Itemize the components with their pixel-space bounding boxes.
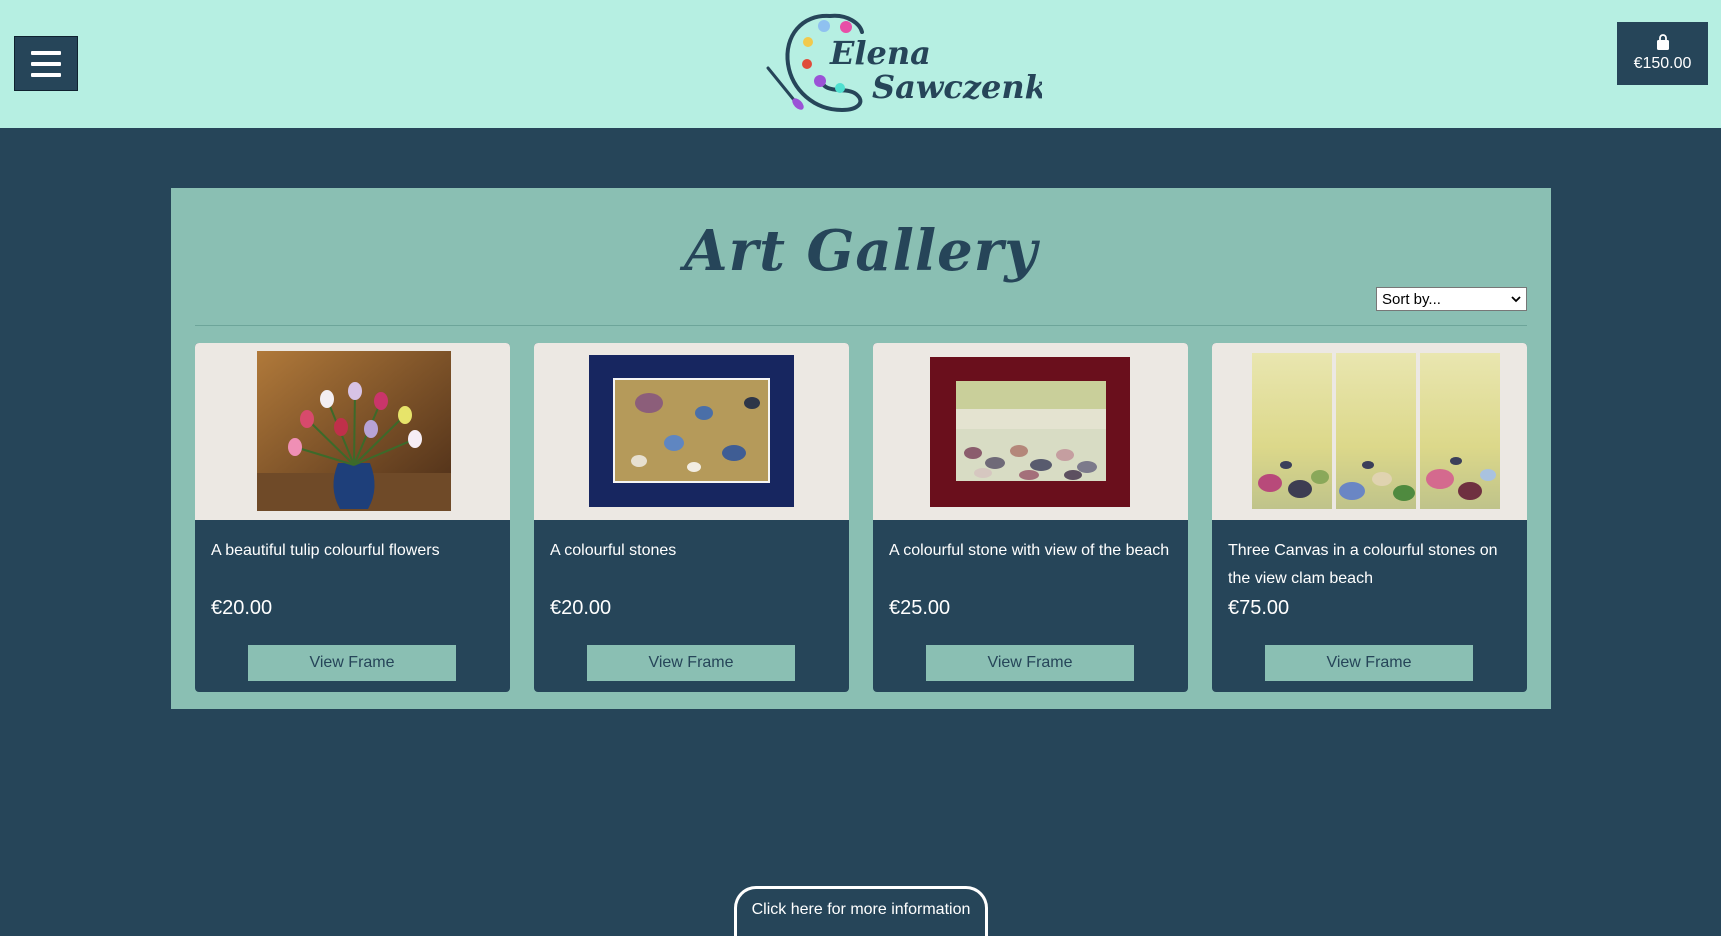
product-title: Three Canvas in a colourful stones on th…: [1228, 542, 1498, 587]
product-title: A colourful stones: [550, 542, 677, 559]
more-info-button[interactable]: Click here for more information: [734, 886, 988, 936]
art-gallery-panel: Art Gallery Sort by... A beautiful tulip…: [171, 188, 1551, 709]
product-image-stones[interactable]: [534, 343, 849, 520]
product-card: Three Canvas in a colourful stones on th…: [1212, 343, 1527, 692]
product-image-triptych[interactable]: [1212, 343, 1527, 520]
product-price: €25.00: [889, 597, 951, 619]
product-title: A beautiful tulip colourful flowers: [211, 542, 440, 559]
menu-button[interactable]: [14, 36, 78, 91]
cart-total: €150.00: [1633, 55, 1692, 72]
product-card: A beautiful tulip colourful flowers €20.…: [195, 343, 510, 692]
logo-line2: Sawczenko: [872, 68, 1042, 106]
view-frame-button[interactable]: View Frame: [587, 645, 795, 681]
product-image-tulips[interactable]: [195, 343, 510, 520]
hamburger-icon: [31, 50, 61, 55]
product-image-beach[interactable]: [873, 343, 1188, 520]
logo-line1: Elena: [829, 34, 931, 72]
product-price: €20.00: [211, 597, 273, 619]
chevron-down-icon: [1511, 295, 1521, 302]
divider: [195, 325, 1527, 326]
site-header: Elena Sawczenko €150.00: [0, 0, 1721, 128]
product-title: A colourful stone with view of the beach: [889, 542, 1170, 559]
shopping-bag-icon: [1656, 34, 1669, 50]
sort-select-value: Sort by...: [1382, 290, 1441, 308]
view-frame-button[interactable]: View Frame: [248, 645, 456, 681]
site-logo[interactable]: Elena Sawczenko: [762, 6, 1042, 118]
product-price: €20.00: [550, 597, 612, 619]
product-price: €75.00: [1228, 597, 1290, 619]
page-title: Art Gallery: [684, 218, 1038, 284]
sort-select[interactable]: Sort by...: [1376, 287, 1527, 311]
view-frame-button[interactable]: View Frame: [926, 645, 1134, 681]
product-card: A colourful stones €20.00 View Frame: [534, 343, 849, 692]
view-frame-button[interactable]: View Frame: [1265, 645, 1473, 681]
product-card: A colourful stone with view of the beach…: [873, 343, 1188, 692]
cart-button[interactable]: €150.00: [1617, 22, 1708, 85]
